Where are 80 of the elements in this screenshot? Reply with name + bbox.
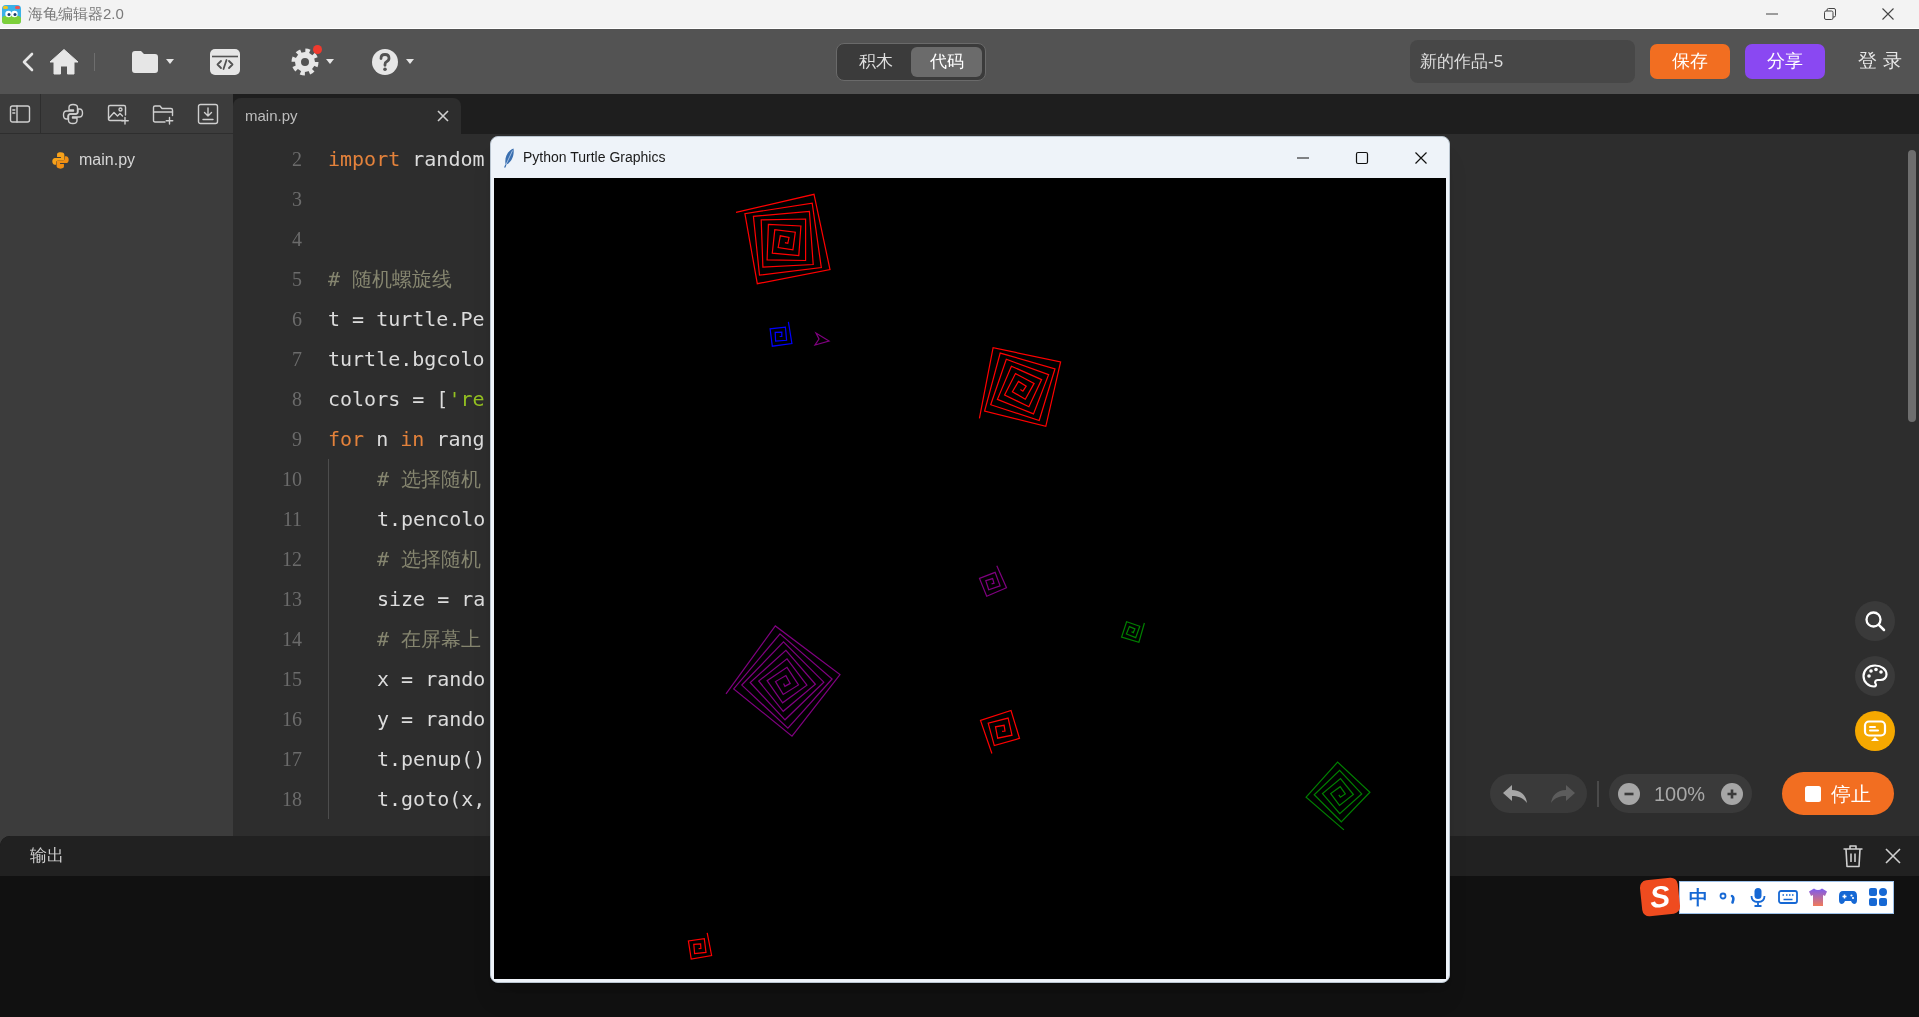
gear-icon[interactable] [291,47,319,76]
code-line: # 随机螺旋线 [328,266,453,293]
zoom-out-icon[interactable] [1618,782,1640,805]
window-title: Python Turtle Graphics [523,148,666,167]
line-number: 10 [281,467,302,492]
output-title: 输出 [30,845,64,868]
code-line: t = turtle.Pe [328,306,485,333]
folder-add-icon[interactable] [152,102,174,125]
stop-button[interactable]: 停止 [1782,772,1894,815]
caret-icon[interactable] [166,59,174,64]
download-icon[interactable] [197,102,219,125]
line-number: 12 [281,547,302,572]
line-number: 9 [291,427,302,452]
restore-icon[interactable] [1824,8,1836,20]
folder-icon[interactable] [131,49,159,74]
code-line: # 在屏幕上 [377,626,482,653]
mode-tab[interactable]: 积木 [840,46,911,77]
trash-icon[interactable] [1842,844,1864,868]
code-line: y = rando [377,706,486,733]
code-line: t.pencolo [377,506,486,533]
login-link[interactable]: 登录 [1858,47,1908,76]
caret-icon[interactable] [326,59,334,64]
scrollbar-thumb[interactable] [1908,150,1916,422]
code-line: t.penup() [377,746,486,773]
line-number: 13 [281,587,302,612]
python-icon[interactable] [62,102,84,125]
line-number: 8 [291,387,302,412]
sidebar-icon[interactable] [9,102,31,125]
project-name-field[interactable]: 新的作品-5 [1410,40,1635,83]
image-add-icon[interactable] [107,102,129,125]
code-line: t.goto(x, [377,786,486,813]
stop-icon [1805,785,1821,802]
line-number: 2 [291,147,302,172]
help-icon[interactable] [371,47,399,76]
python-file-icon [51,150,70,170]
line-number: 11 [281,507,302,532]
line-number: 16 [281,707,302,732]
line-number: 18 [281,787,302,812]
microphone-icon[interactable] [1748,887,1768,907]
code-window-icon[interactable] [210,48,240,75]
home-icon[interactable] [49,48,79,75]
file-tab[interactable]: main.py [233,98,461,134]
close-icon[interactable] [1882,8,1894,20]
save-button[interactable]: 保存 [1650,44,1730,79]
ime-mode-toggle[interactable]: 中 [1688,887,1708,907]
line-number: 3 [291,187,302,212]
line-number: 17 [281,747,302,772]
feather-icon [503,147,515,168]
code-line: size = ra [377,586,486,613]
search-icon [1864,610,1886,632]
code-line: x = rando [377,666,486,693]
line-number: 5 [291,267,302,292]
shirt-icon[interactable] [1808,887,1828,907]
line-number: 14 [281,627,302,652]
app-title: 海龟编辑器2.0 [28,3,124,24]
line-number: 15 [281,667,302,692]
line-number: 4 [291,227,302,252]
keyboard-icon[interactable] [1778,887,1798,907]
code-line: import random [328,146,485,173]
palette-icon [1862,664,1888,688]
file-tree-item[interactable]: main.py [0,142,233,178]
undo-icon[interactable] [1501,783,1528,804]
line-number: 7 [291,347,302,372]
code-line: # 选择随机 [377,546,482,573]
share-button[interactable]: 分享 [1745,44,1825,79]
code-line: # 选择随机 [377,466,482,493]
close-icon[interactable] [1414,150,1428,165]
zoom-level: 100% [1654,783,1706,804]
arrowhead-icon [813,331,831,347]
code-line: turtle.bgcolo [328,346,485,373]
grid-icon[interactable] [1868,887,1888,907]
back-icon[interactable] [22,51,34,72]
code-line: colors = ['re [328,386,485,413]
line-number: 6 [291,307,302,332]
code-line: for n in rang [328,426,485,453]
monitor-icon [1863,720,1887,742]
caret-icon[interactable] [406,59,414,64]
mode-tab[interactable]: 代码 [911,46,982,77]
maximize-icon[interactable] [1355,150,1369,165]
zoom-in-icon[interactable] [1721,782,1743,805]
